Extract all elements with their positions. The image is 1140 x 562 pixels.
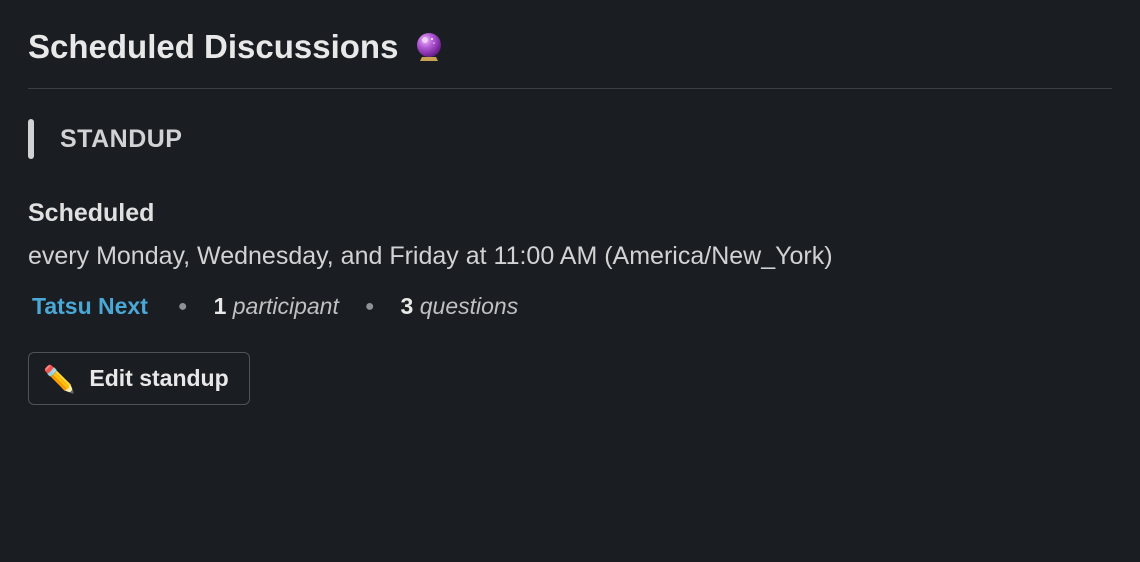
edit-button-label: Edit standup <box>89 365 228 392</box>
standup-meta-row: Tatsu Next ● 1 participant ● 3 questions <box>28 291 1112 322</box>
edit-standup-button[interactable]: ✏️ Edit standup <box>28 352 250 405</box>
tatsu-next-link[interactable]: Tatsu Next <box>28 291 152 322</box>
pencil-icon: ✏️ <box>43 366 75 392</box>
section-header: STANDUP <box>28 119 1112 159</box>
section-indicator-bar <box>28 119 34 159</box>
page-title-text: Scheduled Discussions <box>28 28 398 66</box>
edit-row: ✏️ Edit standup <box>28 352 1112 405</box>
participants-label: participant <box>233 293 339 319</box>
bullet-separator: ● <box>178 298 188 316</box>
scheduled-subheading: Scheduled <box>28 199 1112 228</box>
questions-meta: 3 questions <box>401 293 519 320</box>
participants-count: 1 <box>214 293 227 319</box>
crystal-ball-icon <box>412 30 446 64</box>
participants-meta: 1 participant <box>214 293 339 320</box>
questions-label: questions <box>420 293 518 319</box>
standup-section: STANDUP Scheduled every Monday, Wednesda… <box>28 119 1112 405</box>
bullet-separator: ● <box>365 298 375 316</box>
schedule-description: every Monday, Wednesday, and Friday at 1… <box>28 242 1112 271</box>
page-title: Scheduled Discussions <box>28 28 1112 89</box>
section-label: STANDUP <box>60 125 182 154</box>
questions-count: 3 <box>401 293 414 319</box>
